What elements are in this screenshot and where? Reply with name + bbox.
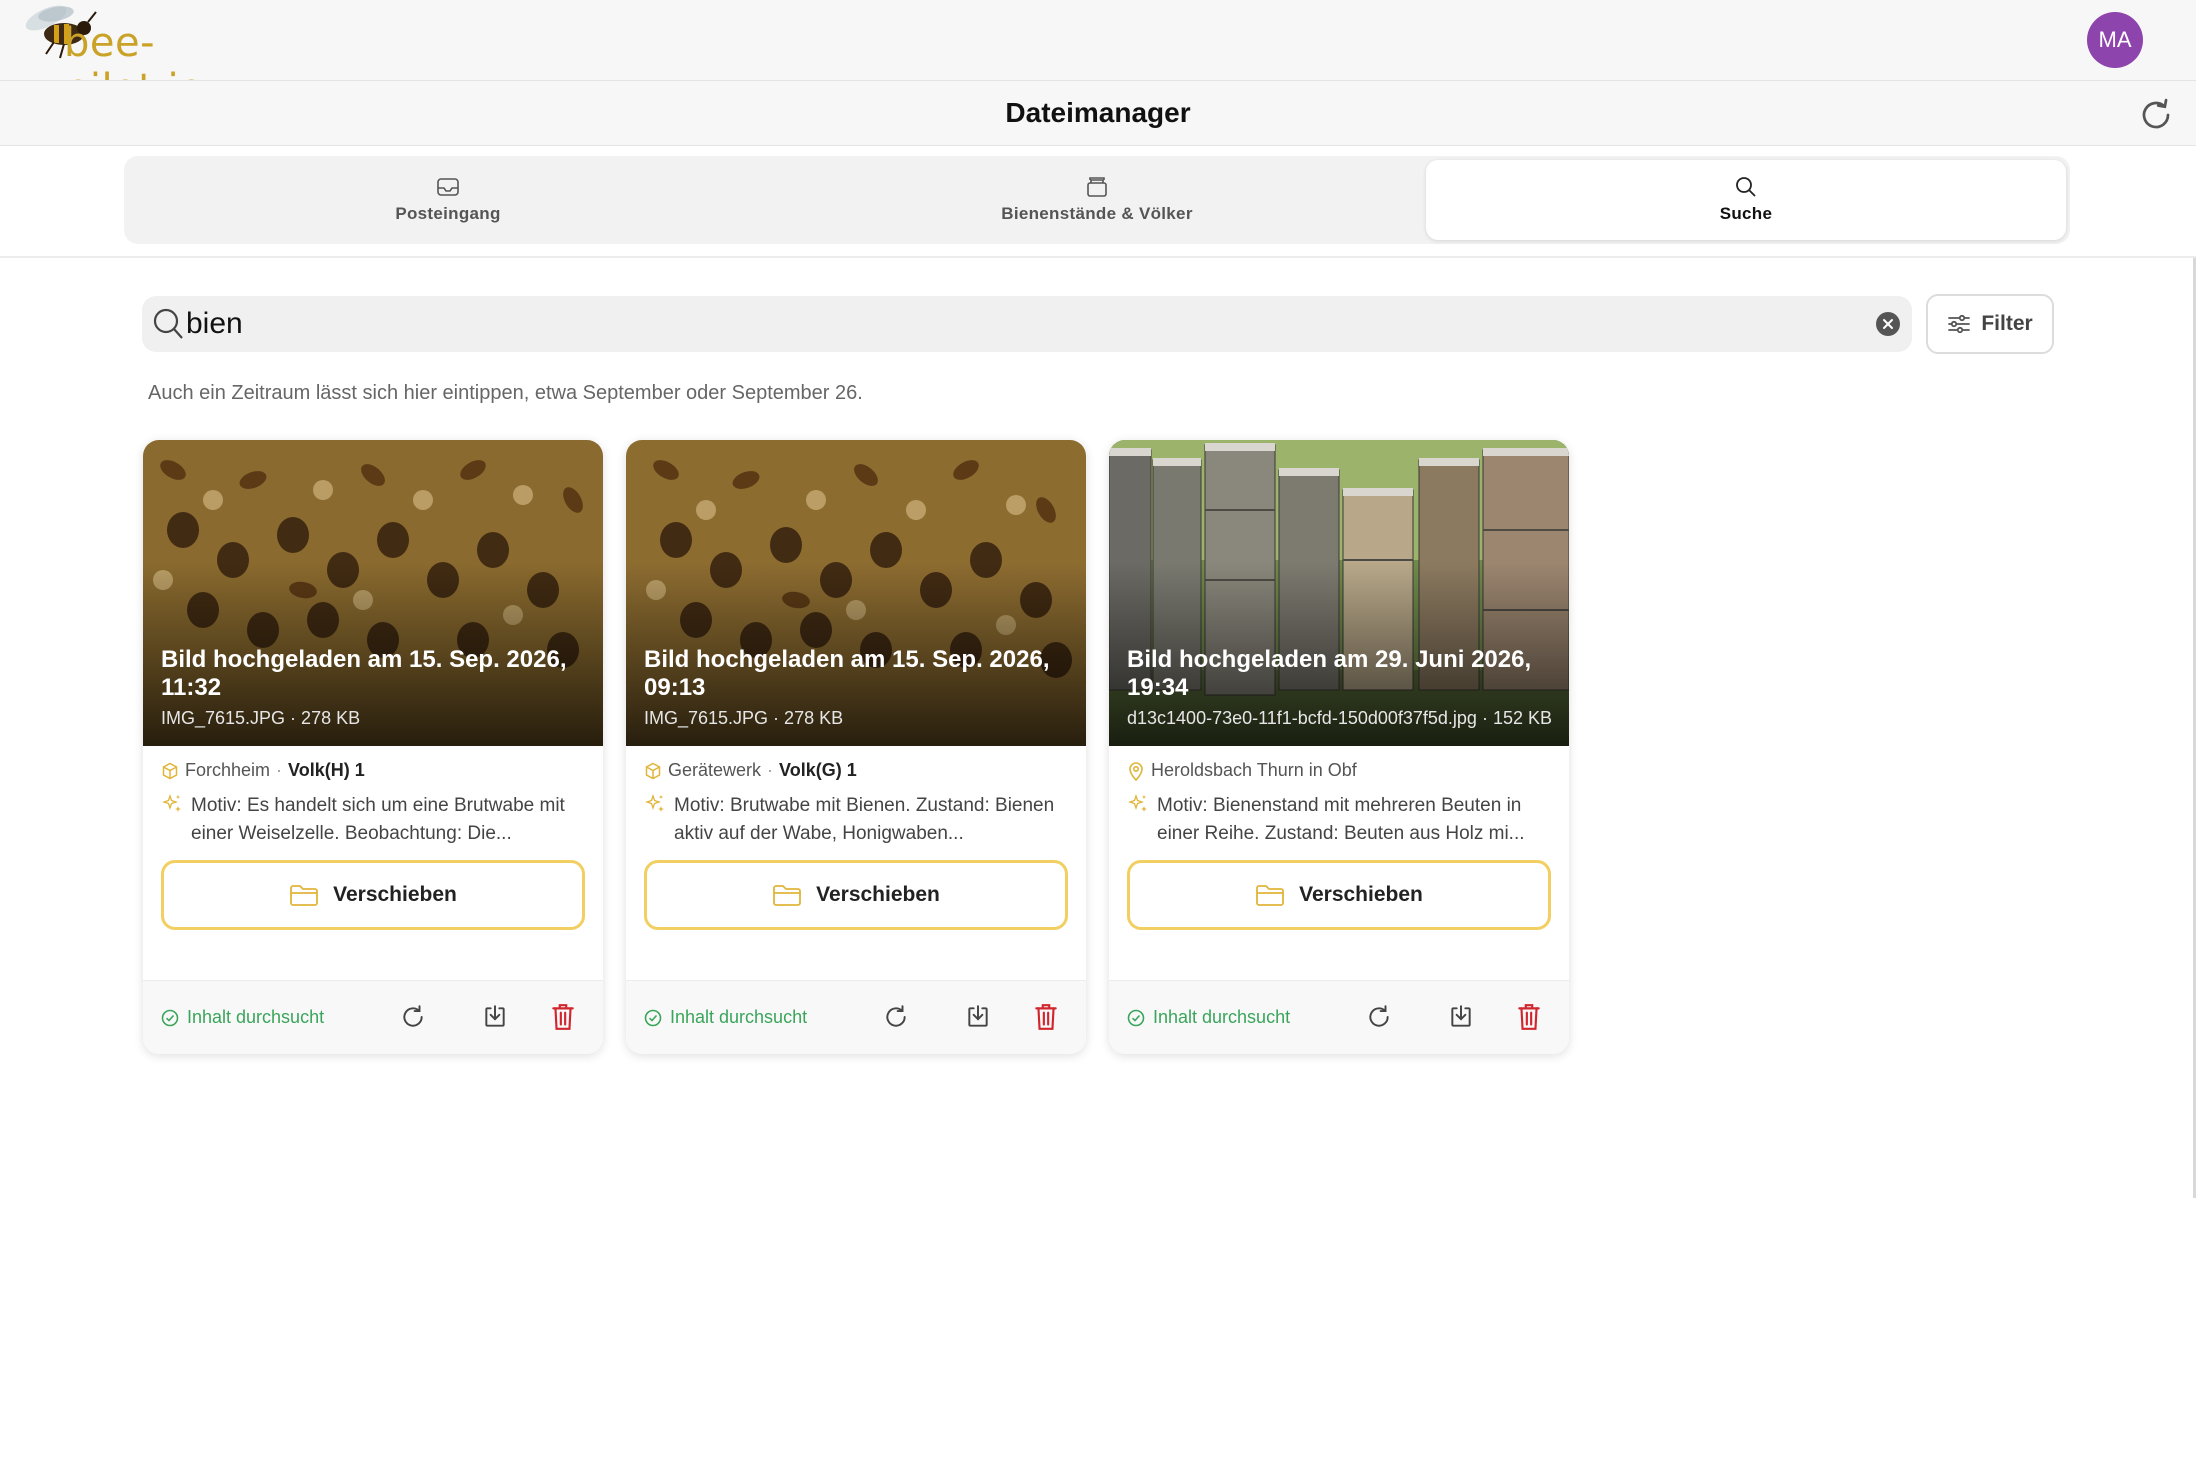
card-footer: Inhalt durchsucht (1109, 980, 1569, 1054)
card-file-info: d13c1400-73e0-11f1-bcfd-150d00f37f5d.jpg… (1127, 708, 1552, 728)
card-location: Forchheim · Volk(H) 1 (161, 760, 365, 781)
cube-icon (645, 762, 661, 779)
filter-button[interactable]: Filter (1926, 294, 2054, 354)
page-title: Dateimanager (1005, 97, 1191, 128)
search-hint: Auch ein Zeitraum lässt sich hier eintip… (148, 382, 863, 404)
motiv-text: Motiv: Bienenstand mit mehreren Beuten i… (1157, 795, 1525, 844)
logo[interactable]: bee-pilot.io (16, 0, 276, 112)
folder-icon (773, 885, 802, 906)
filter-label: Filter (1981, 312, 2033, 335)
sparkles-icon (644, 794, 664, 812)
tab-bienenstaende[interactable]: Bienenstände & Völker (777, 160, 1417, 240)
location-name: Gerätewerk (668, 760, 762, 780)
card-image[interactable]: Bild hochgeladen am 29. Juni 2026, 19:34… (1109, 440, 1569, 746)
reanalyze-button[interactable] (880, 1001, 912, 1033)
refresh-icon (886, 1005, 906, 1027)
trash-icon (1518, 1004, 1540, 1030)
cube-icon (162, 762, 178, 779)
archive-icon (1087, 177, 1107, 197)
move-label: Verschieben (333, 883, 457, 906)
check-circle-icon (161, 1009, 179, 1026)
tab-label: Suche (1719, 204, 1773, 223)
search-bar (142, 296, 1912, 352)
download-button[interactable] (479, 1001, 511, 1033)
tab-bar: Posteingang Bienenstände & Völker Suche (0, 146, 2196, 258)
sliders-icon (1948, 314, 1971, 334)
trash-icon (1035, 1004, 1057, 1030)
refresh-icon (1369, 1005, 1389, 1027)
avatar[interactable]: MA (2087, 12, 2143, 68)
delete-button[interactable] (547, 1001, 579, 1033)
card-file-info: IMG_7615.JPG · 278 KB (644, 708, 844, 728)
reanalyze-button[interactable] (1363, 1001, 1395, 1033)
title-bar: Dateimanager (0, 80, 2196, 146)
status-indicator: Inhalt durchsucht (1127, 1007, 1290, 1028)
tab-label: Bienenstände & Völker (1001, 204, 1193, 223)
sparkles-icon (161, 794, 181, 812)
tab-posteingang[interactable]: Posteingang (128, 160, 768, 240)
motiv-text: Motiv: Brutwabe mit Bienen. Zustand: Bie… (674, 795, 1055, 844)
meta-separator: · (276, 760, 283, 780)
download-button[interactable] (1445, 1001, 1477, 1033)
status-label: Inhalt durchsucht (1153, 1007, 1291, 1027)
card-title: Bild hochgeladen am 29. Juni 2026, 19:34 (1127, 646, 1532, 701)
refresh-icon[interactable] (2138, 97, 2174, 133)
tab-suche[interactable]: Suche (1426, 160, 2066, 240)
segmented-tabs: Posteingang Bienenstände & Völker Suche (124, 156, 2070, 244)
delete-button[interactable] (1513, 1001, 1545, 1033)
check-circle-icon (1127, 1009, 1145, 1026)
card-title: Bild hochgeladen am 15. Sep. 2026, 11:32 (161, 646, 567, 701)
top-bar: bee-pilot.io MA (0, 0, 2196, 112)
file-card[interactable]: Bild hochgeladen am 29. Juni 2026, 19:34… (1109, 440, 1569, 1054)
status-label: Inhalt durchsucht (670, 1007, 808, 1027)
move-button[interactable]: Verschieben (1127, 860, 1551, 930)
card-file-info: IMG_7615.JPG · 278 KB (161, 708, 361, 728)
card-footer: Inhalt durchsucht (143, 980, 603, 1054)
move-button[interactable]: Verschieben (161, 860, 585, 930)
move-label: Verschieben (816, 883, 940, 906)
clear-search-button[interactable] (1876, 312, 1900, 336)
location-name: Forchheim (185, 760, 271, 780)
download-icon (485, 1005, 505, 1027)
card-title: Bild hochgeladen am 15. Sep. 2026, 09:13 (644, 646, 1050, 701)
status-indicator: Inhalt durchsucht (644, 1007, 807, 1028)
status-indicator: Inhalt durchsucht (161, 1007, 324, 1028)
close-icon (1883, 319, 1893, 329)
sparkles-icon (1127, 794, 1147, 812)
tab-label: Posteingang (395, 204, 501, 223)
reanalyze-button[interactable] (397, 1001, 429, 1033)
file-card[interactable]: Bild hochgeladen am 15. Sep. 2026, 11:32… (143, 440, 603, 1054)
card-location: Gerätewerk · Volk(G) 1 (644, 760, 857, 781)
inbox-icon (437, 178, 459, 196)
status-label: Inhalt durchsucht (187, 1007, 325, 1027)
check-circle-icon (644, 1009, 662, 1026)
colony-name: Volk(H) 1 (288, 760, 365, 780)
motiv-text: Motiv: Es handelt sich um eine Brutwabe … (191, 795, 565, 844)
refresh-icon (403, 1005, 423, 1027)
trash-icon (552, 1004, 574, 1030)
download-icon (968, 1005, 988, 1027)
card-location: Heroldsbach Thurn in Obf (1127, 760, 1357, 781)
location-name: Heroldsbach Thurn in Obf (1151, 760, 1357, 780)
card-footer: Inhalt durchsucht (626, 980, 1086, 1054)
search-icon (1736, 177, 1756, 197)
delete-button[interactable] (1030, 1001, 1062, 1033)
file-card[interactable]: Bild hochgeladen am 15. Sep. 2026, 09:13… (626, 440, 1086, 1054)
meta-separator: · (767, 760, 774, 780)
download-icon (1451, 1005, 1471, 1027)
search-icon (153, 308, 183, 339)
download-button[interactable] (962, 1001, 994, 1033)
app-window: bee-pilot.io MA Dateimanager Posteingang (0, 0, 2196, 1198)
map-pin-icon (1129, 761, 1143, 781)
move-button[interactable]: Verschieben (644, 860, 1068, 930)
card-image[interactable]: Bild hochgeladen am 15. Sep. 2026, 11:32… (143, 440, 603, 746)
search-input[interactable] (186, 302, 1826, 346)
card-image[interactable]: Bild hochgeladen am 15. Sep. 2026, 09:13… (626, 440, 1086, 746)
move-label: Verschieben (1299, 883, 1423, 906)
colony-name: Volk(G) 1 (779, 760, 857, 780)
folder-icon (1256, 885, 1285, 906)
folder-icon (290, 885, 319, 906)
